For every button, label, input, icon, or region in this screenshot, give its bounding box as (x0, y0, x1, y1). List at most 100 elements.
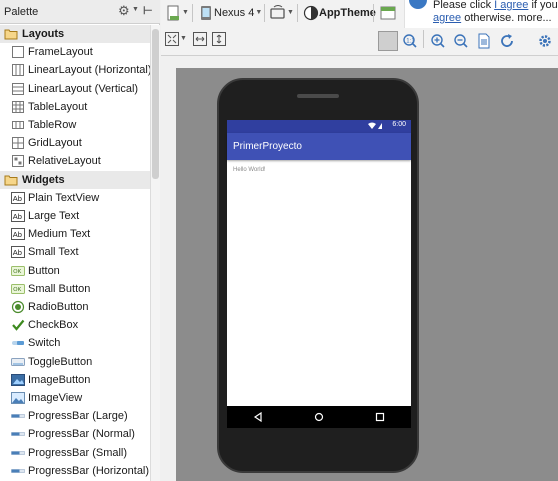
palette-item-label: ProgressBar (Large) (28, 410, 128, 423)
palette-item-label: FrameLayout (28, 46, 93, 59)
notice-banner: Please click I agree if you agree otherw… (404, 0, 558, 28)
chevron-down-icon[interactable]: ▼ (132, 6, 139, 13)
palette-item-label: ToggleButton (28, 355, 93, 368)
i-agree-link[interactable]: I agree (494, 0, 528, 11)
palette-item-label: Button (28, 264, 60, 277)
activity-icon[interactable] (380, 5, 396, 21)
device-icon[interactable] (198, 5, 214, 21)
notice-line-1: Please click I agree if you (433, 0, 558, 11)
svg-text:Ab: Ab (13, 194, 22, 203)
zoom-out-icon[interactable] (453, 33, 469, 49)
agree-link[interactable]: agree (433, 12, 461, 24)
palette-item-label: TableRow (28, 119, 77, 131)
palette-item-label: ProgressBar (Normal) (28, 428, 135, 441)
status-bar: 6:00 (227, 120, 411, 133)
palette-scrollbar[interactable] (150, 25, 160, 481)
palette-category[interactable]: Layouts (0, 25, 150, 43)
toolbar-separator (192, 4, 193, 22)
layout-file-icon[interactable] (166, 5, 182, 21)
zoom-actual-icon[interactable]: 1:1 (402, 33, 418, 49)
settings-icon[interactable] (537, 33, 553, 49)
device-speaker (297, 94, 339, 98)
palette-item[interactable]: ProgressBar (Large) (0, 407, 150, 425)
chevron-down-icon[interactable]: ▼ (181, 2, 189, 24)
palette-list: Layouts FrameLayout LinearLayout (Horizont… (0, 25, 150, 481)
theme-selector[interactable]: AppTheme (319, 2, 376, 24)
palette-title: Palette (4, 6, 39, 18)
svg-text:Ab: Ab (13, 230, 22, 239)
palette-item[interactable]: ImageView (0, 389, 150, 407)
frame-layout-icon (11, 45, 25, 59)
textview-icon: Ab (11, 191, 25, 205)
palette-item[interactable]: ProgressBar (Horizontal) (0, 462, 150, 480)
palette-item[interactable]: ProgressBar (Normal) (0, 425, 150, 443)
hello-textview[interactable]: Hello World! (233, 167, 266, 173)
palette-item-label: LinearLayout (Horizontal) (28, 64, 150, 77)
palette-item[interactable]: Ab Large Text (0, 207, 150, 225)
folder-icon (4, 27, 18, 41)
device-screen[interactable]: 6:00 PrimerProyecto Hello World! (227, 120, 411, 428)
folder-icon (4, 173, 18, 187)
navigation-bar (227, 406, 411, 428)
palette-item-label: TableLayout (28, 100, 88, 113)
palette-item-label: CheckBox (28, 319, 79, 332)
palette-item[interactable]: CheckBox (0, 316, 150, 334)
palette-item[interactable]: LinearLayout (Vertical) (0, 80, 150, 98)
palette-item[interactable]: ToggleButton (0, 353, 150, 371)
switch-icon (11, 336, 25, 350)
back-icon (253, 411, 262, 423)
orientation-icon[interactable] (270, 5, 286, 21)
palette-item-label: RadioButton (28, 301, 89, 313)
palette-item-label: GridLayout (28, 137, 82, 150)
palette-item-label: Small Button (28, 282, 91, 295)
palette-item[interactable]: Ab Plain TextView (0, 189, 150, 207)
button-icon: OK (11, 282, 25, 296)
app-title: PrimerProyecto (233, 141, 302, 152)
toolbar-separator (297, 4, 298, 22)
progress-bar-icon (11, 464, 25, 478)
palette-item[interactable]: ProgressBar (Small) (0, 444, 150, 462)
palette-item[interactable]: RadioButton (0, 298, 150, 316)
progress-bar-icon (11, 409, 25, 423)
palette-item[interactable]: Switch (0, 334, 150, 352)
zoom-fit-icon[interactable] (164, 31, 180, 47)
info-icon (409, 0, 427, 9)
palette-category[interactable]: Widgets (0, 170, 150, 189)
device-selector[interactable]: Nexus 4▼ (214, 2, 262, 24)
zoom-in-icon[interactable] (430, 33, 446, 49)
document-icon[interactable] (476, 33, 492, 49)
gear-icon[interactable]: ⚙ (118, 4, 132, 18)
palette-item[interactable]: ImageButton (0, 371, 150, 389)
palette-item[interactable]: OK Button (0, 262, 150, 280)
palette-item-label: Switch (28, 337, 61, 350)
palette-item-label: LinearLayout (Vertical) (28, 82, 139, 95)
palette-item[interactable]: TableRow (0, 116, 150, 134)
pin-icon[interactable]: ⊢ (143, 4, 153, 17)
palette-item[interactable]: FrameLayout (0, 43, 150, 61)
linear-vertical-icon (11, 82, 25, 96)
chevron-down-icon[interactable]: ▼ (179, 28, 187, 50)
width-fit-icon[interactable] (192, 31, 208, 47)
progress-bar-icon (11, 427, 25, 441)
app-bar[interactable]: PrimerProyecto (227, 133, 411, 160)
palette-item[interactable]: RelativeLayout (0, 152, 150, 170)
palette-item-label: Medium Text (28, 228, 91, 241)
palette-item[interactable]: GridLayout (0, 134, 150, 152)
palette-item[interactable]: Ab Medium Text (0, 225, 150, 243)
textview-icon: Ab (11, 245, 25, 259)
palette-scrollbar-thumb[interactable] (152, 29, 159, 179)
theme-icon[interactable] (303, 5, 319, 21)
palette-item-label: ImageView (28, 392, 83, 404)
palette-item[interactable]: TableLayout (0, 98, 150, 116)
svg-text:OK: OK (13, 287, 21, 293)
palette-item[interactable]: LinearLayout (Horizontal) (0, 61, 150, 79)
notice-text: if you (528, 0, 558, 11)
notice-text: Please click (433, 0, 495, 11)
chevron-down-icon[interactable]: ▼ (286, 2, 294, 24)
refresh-icon[interactable] (499, 33, 515, 49)
palette-item[interactable]: Ab Small Text (0, 243, 150, 261)
height-fit-icon[interactable] (211, 31, 227, 47)
grid-layout-icon (11, 136, 25, 150)
design-view-toggle[interactable] (378, 31, 398, 51)
palette-item[interactable]: OK Small Button (0, 280, 150, 298)
